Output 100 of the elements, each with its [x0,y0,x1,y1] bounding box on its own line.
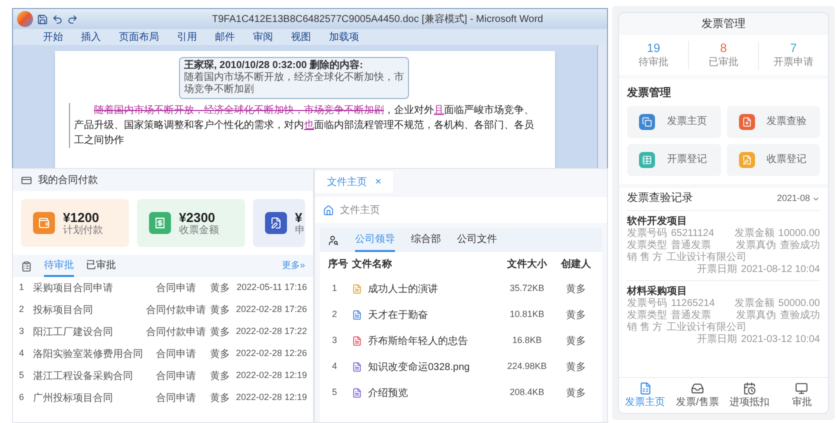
apply-date: 2022-02-28 12:19 [234,369,307,382]
stat-label: 申 [295,224,305,236]
stat-amount: ¥1200 [63,210,100,224]
comment-header: 王家琛, 2010/10/28 0:32:00 删除的内容: [184,60,364,72]
ribbon-tab[interactable]: 审阅 [253,30,273,44]
apply-date: 2022-02-28 17:26 [234,303,307,316]
row-number: 4 [19,347,26,360]
file-name[interactable]: 成功人士的演讲 [368,282,438,296]
ribbon-tab[interactable]: 插入 [81,30,101,44]
field-label: 发票号码 [627,298,667,310]
ribbon-tab[interactable]: 视图 [291,30,311,44]
apply-date: 2022-05-11 17:16 [236,281,307,294]
ribbon-tab[interactable]: 邮件 [215,30,235,44]
row-number: 5 [19,369,26,382]
tab[interactable]: 公司文件 [457,228,497,252]
menu-tile[interactable]: 发票主页 [627,106,720,138]
file-icon [352,362,362,372]
column-header: 创建人 [560,258,592,272]
column-header: 文件大小 [506,258,548,272]
nav-item[interactable]: 审批 [776,378,828,413]
contract-name: 洛阳实验室装修费用合同 [33,348,144,362]
file-name[interactable]: 天才在于勤奋 [368,308,428,322]
app-title: 发票管理 [702,16,746,32]
field-label: 发票号码 [627,228,667,240]
breadcrumb[interactable]: 文件主页 [340,202,380,218]
column-header: 序号 [328,257,349,272]
menu-tile[interactable]: 收票登记 [726,144,820,176]
contract-name: 采购项目合同申请 [33,282,114,296]
stat-amount: ¥ [295,210,304,224]
section-title: 发票查验记录 [627,191,693,206]
file-name[interactable]: 乔布斯给年轻人的忠告 [368,334,468,348]
tile-icon [639,152,655,168]
nav-icon [743,382,756,394]
stat-count: 8 [720,40,727,54]
card-icon [21,174,32,186]
ribbon-tab[interactable]: 页面布局 [119,30,159,44]
row-number: 2 [331,308,338,322]
stat-card-icon [33,212,55,234]
office-logo-icon[interactable] [17,11,33,27]
record-card[interactable]: 软件开发项目 发票号码 65211124 发票金额 10000.00 发票类型 普通发票 发票真伪 查验成功 销 售 方 工业设计有限公司 开票日期 2021-08-12 10:04 [627,210,820,280]
field-value: 普通发票 [671,240,711,252]
tab[interactable]: 已审批 [86,255,116,277]
ribbon-tab[interactable]: 开始 [43,30,63,44]
field-label: 销 售 方 [627,322,663,334]
applicant-name: 黄多 [209,392,231,406]
stat-label: 开票申请 [774,56,814,70]
field-label: 发票真伪 [736,310,776,322]
contract-name: 广州投标项目合同 [33,392,114,406]
scrollbar[interactable] [597,45,607,169]
month-picker[interactable]: 2021-08 [776,192,820,206]
file-name[interactable]: 介绍预览 [368,386,408,400]
record-title: 软件开发项目 [627,214,688,228]
apply-date: 2022-02-28 12:26 [234,347,307,360]
nav-item[interactable]: 发票/售票 [671,378,724,413]
record-card[interactable]: 材料采购项目 发票号码 11265214 发票金额 50000.00 发票类型 普通发票 发票真伪 查验成功 销 售 方 工业设计有限公司 开票日期 2021-03-12 10:04 [627,280,820,350]
redo-icon[interactable] [67,14,78,24]
file-owner: 黄多 [565,282,587,296]
menu-tile[interactable]: 发票查验 [726,106,820,138]
nav-icon [690,382,704,394]
applicant-name: 黄多 [209,348,231,362]
nav-item[interactable]: 进项抵扣 [724,378,776,413]
field-value: 查验成功 [780,310,820,322]
contract-type: 合同申请 [155,282,197,296]
undo-icon[interactable] [52,14,63,24]
ribbon-tab[interactable]: 引用 [177,30,197,44]
file-icon [352,336,362,346]
stat-label: 待审批 [638,56,668,70]
field-label: 发票类型 [627,240,667,252]
stat-amount: ¥2300 [179,210,216,224]
field-value: 普通发票 [671,310,711,322]
page-tab-label: 文件主页 [327,176,367,190]
row-number: 1 [331,282,338,296]
comment-text: 随着国内市场不断开放，经济全球化不断加快，市场竞争不断加剧 [184,72,404,96]
menu-tile[interactable]: 开票登记 [627,144,720,176]
file-owner: 黄多 [565,334,587,348]
list-icon [21,260,32,272]
ribbon-tab[interactable]: 加载项 [329,30,359,44]
save-icon[interactable] [37,14,48,24]
contract-type: 合同付款申请 [145,326,207,340]
field-label: 发票金额 [734,298,774,310]
row-number: 5 [331,386,338,400]
field-label: 销 售 方 [627,252,663,264]
row-number: 4 [331,360,338,374]
contract-type: 合同申请 [155,392,197,406]
tab[interactable]: 综合部 [411,228,441,252]
field-label: 开票日期 [697,334,738,346]
field-value: 2021-03-12 10:04 [741,334,820,346]
applicant-name: 黄多 [209,326,231,340]
file-icon [352,388,362,398]
field-label: 开票日期 [697,264,738,276]
field-value: 查验成功 [780,240,820,252]
document-paragraph: 随着国内市场不断开放，经济全球化不断加快，市场竞争不断加剧，企业对外且面临严峻市场竞争、产品升级、国家策略调整和客户个性化的需求，对内也面临内部流程管理不规范，各机构、各部门、各员工之间协作 [69,103,541,148]
contract-name: 阳江工厂建设合同 [33,326,114,340]
file-size: 208.4KB [508,386,546,400]
tile-icon [639,114,655,130]
field-value: 2021-08-12 10:04 [741,264,820,276]
contract-type: 合同申请 [155,370,197,384]
file-owner: 黄多 [565,360,587,374]
field-label: 发票金额 [734,228,774,240]
file-name[interactable]: 知识改变命运0328.png [368,360,470,374]
